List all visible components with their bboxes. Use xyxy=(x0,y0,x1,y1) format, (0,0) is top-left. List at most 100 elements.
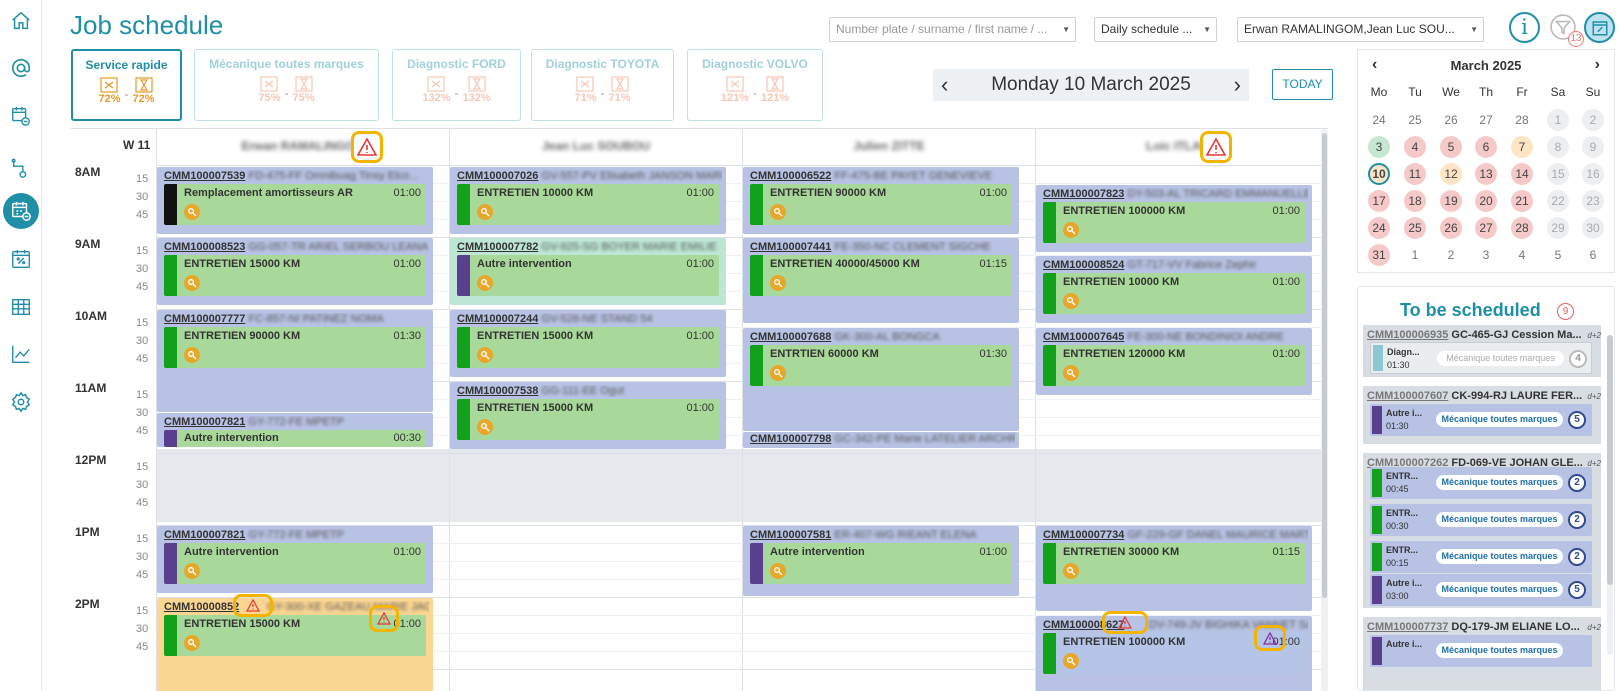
warning-icon[interactable] xyxy=(1254,625,1286,651)
today-button[interactable]: TODAY xyxy=(1272,69,1333,100)
calendar-day[interactable]: 6 xyxy=(1582,244,1604,266)
appointment[interactable]: CMM100008523 GG-057-TR ARIEL SERBOU LEAN… xyxy=(157,238,433,305)
calendar-day[interactable]: 24 xyxy=(1368,109,1390,131)
appointment[interactable]: CMM100007688 GK-300-AL BONGCA ENTRTIEN 6… xyxy=(743,328,1019,431)
technician-header[interactable]: Loic ITLAND xyxy=(1035,129,1328,165)
unscheduled-job[interactable]: Diagn... 01:30 Mécanique toutes marques 4 xyxy=(1370,342,1592,374)
calendar-day[interactable]: 28 xyxy=(1511,109,1533,131)
technician-header[interactable]: Julien ZITTE xyxy=(742,129,1035,165)
search-select[interactable]: Number plate / surname / first name / ..… xyxy=(829,17,1076,42)
task-block[interactable]: ENTRETIEN 100000 KM 01:00 xyxy=(1043,202,1305,243)
calendar-day[interactable]: 17 xyxy=(1368,190,1390,212)
unscheduled-job[interactable]: ENTR... 00:30 Mécanique toutes marques 2 xyxy=(1370,504,1592,536)
appointment-ref[interactable]: CMM10000852 xyxy=(164,601,239,613)
task-block[interactable]: Autre intervention 01:00 xyxy=(164,543,426,584)
appointment-ref[interactable]: CMM100007823 xyxy=(1043,188,1124,200)
task-block[interactable]: ENTRTIEN 60000 KM 01:30 xyxy=(750,345,1012,386)
calendar-day[interactable]: 8 xyxy=(1547,136,1569,158)
task-block[interactable]: ENTRETIEN 10000 KM 01:00 xyxy=(1043,273,1305,314)
calendar-day[interactable]: 16 xyxy=(1582,163,1604,185)
calendar-day[interactable]: 24 xyxy=(1368,217,1390,239)
appointment-ref[interactable]: CMM100007821 xyxy=(164,416,245,428)
calendar-day[interactable]: 13 xyxy=(1475,163,1497,185)
unscheduled-job[interactable]: Autre i... 01:30 Mécanique toutes marques 5 xyxy=(1370,404,1592,436)
calendar-day[interactable]: 22 xyxy=(1547,190,1569,212)
appointment-ref[interactable]: CMM100007798 xyxy=(750,433,831,445)
calendar-percent-icon[interactable] xyxy=(1584,12,1615,43)
appointment[interactable]: CMM100007823 DY-503-AL TRICARD EMMANUELL… xyxy=(1036,185,1312,252)
appointment-ref[interactable]: CMM100007821 xyxy=(164,529,245,541)
appointment[interactable]: CMM100007581 ER-407-WG RIEANT ELENA Autr… xyxy=(743,526,1019,596)
unscheduled-ref[interactable]: CMM100006935 xyxy=(1367,329,1448,341)
grid-scrollbar[interactable] xyxy=(1321,129,1328,691)
appointment-ref[interactable]: CMM100007539 xyxy=(164,170,245,182)
appointment[interactable]: CMM100007821 GY-772-FE MPETP Autre inter… xyxy=(157,526,433,593)
calendar-day[interactable]: 2 xyxy=(1582,109,1604,131)
unscheduled-card[interactable]: CMM100007262 FD-069-VE JOHAN GLE... d+2 … xyxy=(1363,453,1601,608)
horizontal-scrollbar[interactable] xyxy=(1365,678,1601,685)
info-icon[interactable]: i xyxy=(1509,12,1540,43)
warning-icon[interactable] xyxy=(351,131,383,163)
schedule-icon[interactable] xyxy=(3,193,39,229)
task-block[interactable]: ENTRETIEN 90000 KM 01:00 xyxy=(750,184,1012,225)
appointment-ref[interactable]: CMM100006522 xyxy=(750,170,831,182)
service-card-mecanique[interactable]: Mécanique toutes marques 75% - 75% xyxy=(194,49,379,121)
appointment[interactable]: CMM100007777 FC-857-NI PATINEZ NOMA ENTR… xyxy=(157,310,433,412)
appointment-ref[interactable]: CMM100007581 xyxy=(750,529,831,541)
calendar-day[interactable]: 29 xyxy=(1547,217,1569,239)
appointment[interactable]: CMM100006522 FF-475-BE PAYET GENEVIEVE E… xyxy=(743,167,1019,234)
task-block[interactable]: ENTRETIEN 15000 KM 01:00 xyxy=(164,255,426,296)
calendar-day[interactable]: 30 xyxy=(1582,217,1604,239)
to-be-scheduled-scrollbar[interactable] xyxy=(1607,335,1613,655)
appointment-ref[interactable]: CMM100007026 xyxy=(457,170,538,182)
settings-icon[interactable] xyxy=(4,385,38,419)
appointment[interactable]: CMM100007538 GG-111-EE Ogut ENTRETIEN 15… xyxy=(450,382,726,449)
email-icon[interactable] xyxy=(4,51,38,85)
appointment-ref[interactable]: CMM100007777 xyxy=(164,313,245,325)
calendar-day[interactable]: 11 xyxy=(1404,163,1426,185)
task-block[interactable]: Remplacement amortisseurs AR 01:00 xyxy=(164,184,426,225)
appointment[interactable]: CMM100008524 GT-717-VV Fabrice Zephir EN… xyxy=(1036,256,1312,323)
warning-icon[interactable] xyxy=(369,605,399,632)
service-card-diagnostic-toyota[interactable]: Diagnostic TOYOTA 71% - 71% xyxy=(531,49,674,121)
calendar-day[interactable]: 15 xyxy=(1547,163,1569,185)
calendar-day[interactable]: 23 xyxy=(1582,190,1604,212)
warning-icon[interactable] xyxy=(233,594,273,617)
calendar-day[interactable]: 26 xyxy=(1440,109,1462,131)
appointment-ref[interactable]: CMM100007244 xyxy=(457,313,538,325)
appointment[interactable]: CMM100007798 GC-342-PE Marie LATELIER AR… xyxy=(743,432,1019,448)
unscheduled-job[interactable]: ENTR... 00:45 Mécanique toutes marques 2 xyxy=(1370,467,1592,499)
calendar-day[interactable]: 12 xyxy=(1440,163,1462,185)
appointment-ref[interactable]: CMM100007688 xyxy=(750,331,831,343)
calendar-day[interactable]: 1 xyxy=(1404,244,1426,266)
chart-icon[interactable] xyxy=(4,337,38,371)
task-block[interactable]: Autre intervention 00:30 xyxy=(164,430,426,447)
appointment[interactable]: CMM100007244 GV-528-NE STAND 54 ENTRETIE… xyxy=(450,310,726,377)
calendar-day[interactable]: 1 xyxy=(1547,109,1569,131)
next-day-button[interactable]: › xyxy=(1234,72,1241,98)
unscheduled-ref[interactable]: CMM100007607 xyxy=(1367,390,1448,402)
scroll-thumb[interactable] xyxy=(1607,335,1613,585)
view-select[interactable]: Daily schedule ... ▼ xyxy=(1094,17,1217,42)
appointment-ref[interactable]: CMM100007538 xyxy=(457,385,538,397)
warning-icon[interactable] xyxy=(1200,131,1232,163)
calendar-day[interactable]: 3 xyxy=(1368,136,1390,158)
appointment[interactable]: CMM100007026 GV-557-PV Elisabeth JANSON … xyxy=(450,167,726,234)
unscheduled-card[interactable]: CMM100006935 GC-465-GJ Cession Ma... d+2… xyxy=(1363,325,1601,377)
calendar-day[interactable]: 7 xyxy=(1511,136,1533,158)
technician-header[interactable]: Erwan RAMALINGOM xyxy=(156,129,449,165)
appointment[interactable]: CMM100007734 GF-229-GF DANEL MAURICE MAR… xyxy=(1036,526,1312,611)
appointment-ref[interactable]: CMM100007441 xyxy=(750,241,831,253)
service-card-diagnostic-volvo[interactable]: Diagnostic VOLVO 121% - 121% xyxy=(687,49,823,121)
appointment-ref[interactable]: CMM100008523 xyxy=(164,241,245,253)
appointment[interactable]: CMM100007821 GY-772-FE MPETP Autre inter… xyxy=(157,413,433,447)
calendar-day[interactable]: 25 xyxy=(1404,109,1426,131)
service-card-service-rapide[interactable]: Service rapide 72% - 72% xyxy=(71,49,182,121)
technician-header[interactable]: Jean Luc SOUBOU xyxy=(449,129,742,165)
calendar-day-selected[interactable]: 10 xyxy=(1368,163,1390,185)
calendar-day[interactable]: 31 xyxy=(1368,244,1390,266)
technician-select[interactable]: Erwan RAMALINGOM,Jean Luc SOU... ▼ xyxy=(1237,17,1484,42)
warning-icon[interactable] xyxy=(1102,611,1148,634)
calendar-chat-icon[interactable] xyxy=(4,99,38,133)
appointment-ref[interactable]: CMM100007734 xyxy=(1043,529,1124,541)
